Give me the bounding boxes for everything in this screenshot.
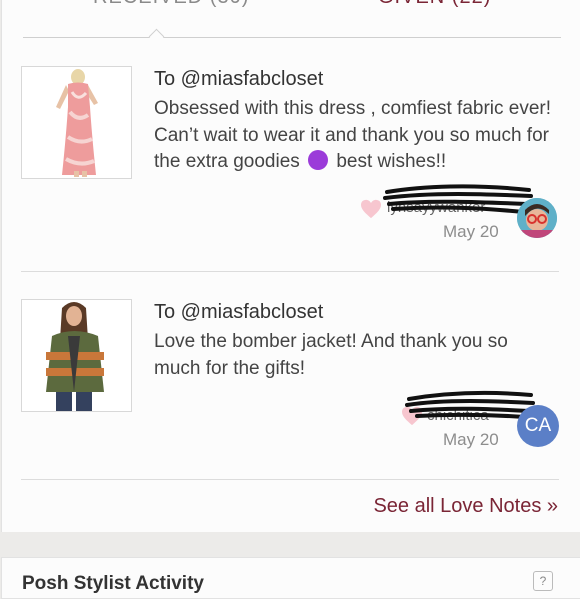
love-notes-tabs: RECEIVED (30) GIVEN (22) <box>23 0 561 45</box>
active-tab-caret-icon <box>148 28 165 45</box>
redaction-scribble <box>405 390 535 419</box>
note-recipient[interactable]: To @miasfabcloset <box>154 301 323 324</box>
listing-thumbnail[interactable] <box>21 299 132 412</box>
note-divider <box>21 479 559 480</box>
author-avatar[interactable] <box>517 198 557 238</box>
note-recipient[interactable]: To @miasfabcloset <box>154 68 323 91</box>
note-date: May 20 <box>443 222 499 241</box>
note-divider <box>21 271 559 272</box>
tab-received[interactable]: RECEIVED (30) <box>93 0 249 9</box>
user-photo-icon <box>517 198 557 238</box>
love-note-item: To @miasfabcloset Obsessed with this dre… <box>21 66 559 271</box>
listing-thumbnail[interactable] <box>21 66 132 179</box>
note-message: Love the bomber jacket! And thank you so… <box>154 331 508 379</box>
note-message: Obsessed with this dress , comfiest fabr… <box>154 96 554 176</box>
tab-underline <box>23 37 561 38</box>
note-message-text-end: best wishes!! <box>336 151 447 172</box>
jacket-listing-icon <box>22 300 131 411</box>
see-all-love-notes-link[interactable]: See all Love Notes » <box>373 495 558 518</box>
love-note-item: To @miasfabcloset Love the bomber jacket… <box>21 299 559 479</box>
note-date: May 20 <box>443 430 499 449</box>
help-icon[interactable]: ? <box>533 571 553 591</box>
redaction-scribble <box>383 184 533 214</box>
section-title: Posh Stylist Activity <box>22 573 204 594</box>
purple-heart-icon <box>308 150 329 170</box>
like-heart-icon[interactable] <box>360 199 382 219</box>
tab-given[interactable]: GIVEN (22) <box>378 0 491 9</box>
posh-stylist-activity-card: Posh Stylist Activity ? <box>1 557 580 599</box>
dress-listing-icon <box>22 67 131 178</box>
author-avatar[interactable]: CA <box>517 405 559 447</box>
